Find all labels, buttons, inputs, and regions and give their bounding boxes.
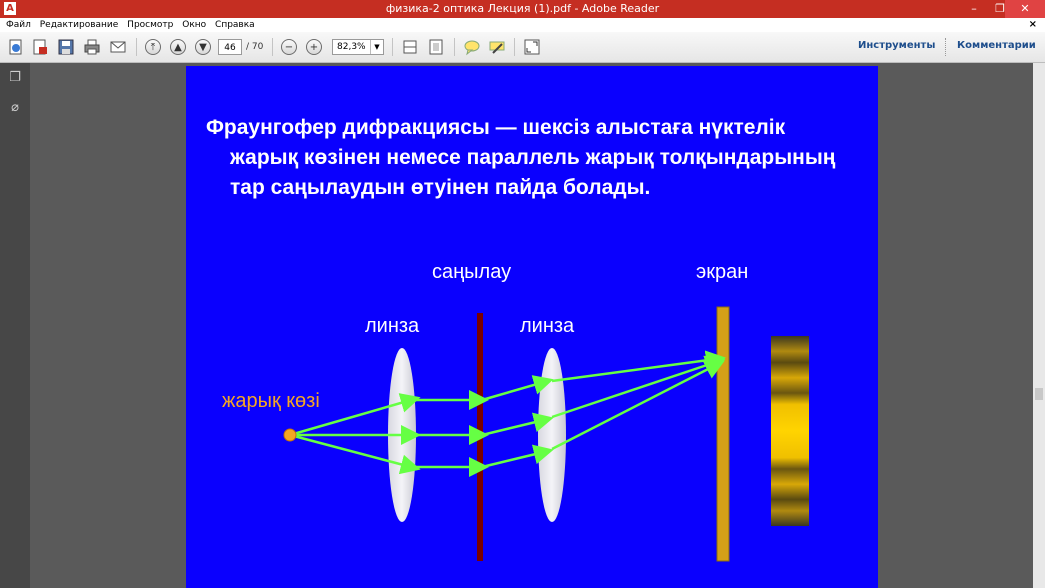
next-page-icon[interactable]: ▼: [193, 37, 213, 57]
vertical-scrollbar[interactable]: [1033, 63, 1045, 588]
first-page-icon[interactable]: ⤒: [143, 37, 163, 57]
fit-page-icon[interactable]: [426, 37, 446, 57]
close-button[interactable]: ✕: [1005, 0, 1045, 18]
screen-label: экран: [696, 261, 749, 283]
scrollbar-thumb[interactable]: [1035, 388, 1043, 400]
light-rays: [289, 350, 726, 477]
create-pdf-icon[interactable]: [6, 37, 26, 57]
zoom-select[interactable]: 82,3% ▼: [332, 39, 384, 55]
left-lens-label: линза: [365, 315, 420, 337]
navigation-panel: ❐ ⌀: [0, 63, 30, 588]
fit-width-icon[interactable]: [400, 37, 420, 57]
attachments-icon[interactable]: ⌀: [6, 99, 24, 117]
print-icon[interactable]: [82, 37, 102, 57]
right-lens: [538, 348, 566, 522]
pdf-page: Фраунгофер дифракциясы — шексіз алыстаға…: [186, 66, 878, 588]
comments-button[interactable]: Комментарии: [957, 40, 1036, 51]
minimize-button[interactable]: –: [961, 0, 987, 18]
previous-page-icon[interactable]: ▲: [168, 37, 188, 57]
edit-pdf-icon[interactable]: [30, 37, 50, 57]
diffraction-pattern: [771, 336, 809, 526]
right-lens-label: линза: [520, 315, 575, 337]
menu-edit[interactable]: Редактирование: [40, 18, 119, 32]
chevron-down-icon[interactable]: ▼: [370, 40, 383, 54]
light-source: [283, 428, 297, 442]
menu-help[interactable]: Справка: [215, 18, 255, 32]
slit-barrier: [477, 313, 483, 561]
page-total: / 70: [246, 42, 264, 52]
save-icon[interactable]: [56, 37, 76, 57]
screen-bar: [716, 306, 730, 562]
comment-icon[interactable]: [462, 37, 482, 57]
zoom-value: 82,3%: [337, 42, 366, 52]
zoom-out-icon[interactable]: −: [279, 37, 299, 57]
fullscreen-icon[interactable]: [522, 37, 542, 57]
highlight-icon[interactable]: [487, 37, 507, 57]
page-number-input[interactable]: 46: [218, 39, 242, 55]
close-document-icon[interactable]: ×: [1029, 18, 1037, 32]
zoom-in-icon[interactable]: +: [304, 37, 324, 57]
window-title: физика-2 оптика Лекция (1).pdf - Adobe R…: [385, 2, 660, 15]
menu-view[interactable]: Просмотр: [127, 18, 173, 32]
toolbar: ⤒ ▲ ▼ 46 / 70 − + 82,3% ▼ Инструменты Ко…: [0, 32, 1045, 63]
light-source-label: жарық көзі: [222, 390, 320, 412]
menu-window[interactable]: Окно: [182, 18, 206, 32]
page-thumbnails-icon[interactable]: ❐: [6, 69, 24, 87]
slit-label: саңылау: [432, 261, 512, 283]
menu-file[interactable]: Файл: [6, 18, 31, 32]
title-bar: A физика-2 оптика Лекция (1).pdf - Adobe…: [0, 0, 1045, 18]
menu-bar: Файл Редактирование Просмотр Окно Справк…: [0, 18, 1045, 32]
email-icon[interactable]: [108, 37, 128, 57]
tools-button[interactable]: Инструменты: [858, 40, 935, 51]
